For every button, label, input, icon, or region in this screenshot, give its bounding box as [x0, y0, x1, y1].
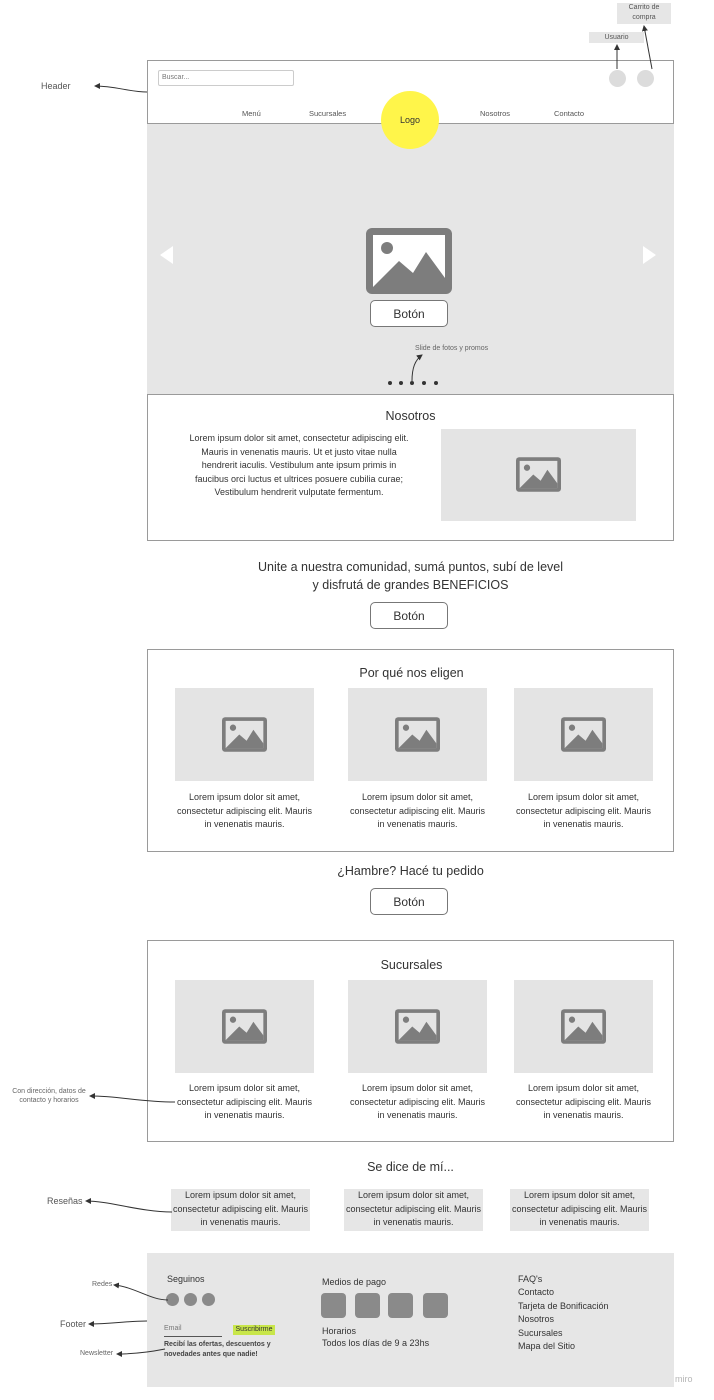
logo[interactable]: Logo: [381, 91, 439, 149]
arrow-socials: [113, 1282, 169, 1301]
arrow-newsletter: [116, 1348, 166, 1357]
arrow-slide: [411, 354, 423, 382]
arrow-cart: [641, 25, 653, 70]
arrow-branches: [89, 1093, 176, 1103]
arrow-footer: [88, 1320, 148, 1327]
annotation-connectors: [85, 25, 653, 1357]
arrow-header: [94, 83, 148, 93]
arrow-reviews: [85, 1198, 173, 1213]
